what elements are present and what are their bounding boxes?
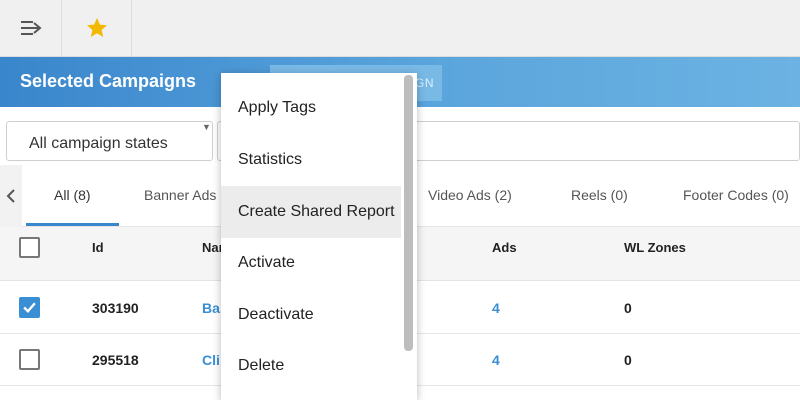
menu-item-delete[interactable]: Delete xyxy=(221,340,401,392)
caret-down-icon: ▼ xyxy=(202,122,211,132)
tabs-scroll-left-button[interactable] xyxy=(0,165,22,227)
collapse-menu-icon xyxy=(20,21,42,35)
bulk-actions-menu: Apply Tags Statistics Create Shared Repo… xyxy=(221,73,417,400)
row-checkbox[interactable] xyxy=(19,297,40,318)
chevron-left-icon xyxy=(6,189,15,203)
top-toolbar xyxy=(0,0,800,57)
active-tab-indicator xyxy=(26,223,119,226)
row-ads-link[interactable]: 4 xyxy=(492,300,500,316)
row-wl-zones: 0 xyxy=(624,352,632,368)
star-icon xyxy=(86,18,107,37)
menu-item-deactivate[interactable]: Deactivate xyxy=(221,289,401,341)
column-header-ads[interactable]: Ads xyxy=(492,240,517,255)
menu-item-apply-tags[interactable]: Apply Tags xyxy=(221,82,401,134)
row-name-link[interactable]: Cli xyxy=(202,352,220,368)
menu-item-create-shared-report[interactable]: Create Shared Report xyxy=(221,186,401,238)
page-title: Selected Campaigns xyxy=(20,71,197,91)
checkmark-icon xyxy=(23,302,36,313)
tab-video-ads[interactable]: Video Ads (2) xyxy=(428,187,512,203)
row-checkbox[interactable] xyxy=(19,349,40,370)
tab-footer-codes[interactable]: Footer Codes (0) xyxy=(683,187,789,203)
row-name-link[interactable]: Ba xyxy=(202,300,220,316)
favorite-button[interactable] xyxy=(62,0,132,56)
column-header-id[interactable]: Id xyxy=(92,240,104,255)
tab-all[interactable]: All (8) xyxy=(54,187,91,203)
menu-scrollbar[interactable] xyxy=(404,75,413,351)
campaign-state-select-value: All campaign states xyxy=(29,135,168,152)
menu-item-activate[interactable]: Activate xyxy=(221,237,401,289)
row-id: 303190 xyxy=(92,300,139,316)
row-ads-link[interactable]: 4 xyxy=(492,352,500,368)
tab-reels[interactable]: Reels (0) xyxy=(571,187,628,203)
tab-banner-ads[interactable]: Banner Ads xyxy=(144,187,216,203)
column-header-wl-zones[interactable]: WL Zones xyxy=(624,240,686,255)
select-all-checkbox[interactable] xyxy=(19,237,40,258)
sidebar-toggle-button[interactable] xyxy=(0,0,62,56)
row-wl-zones: 0 xyxy=(624,300,632,316)
menu-item-statistics[interactable]: Statistics xyxy=(221,134,401,186)
row-id: 295518 xyxy=(92,352,139,368)
campaign-state-select[interactable]: All campaign states ▼ xyxy=(6,121,213,161)
